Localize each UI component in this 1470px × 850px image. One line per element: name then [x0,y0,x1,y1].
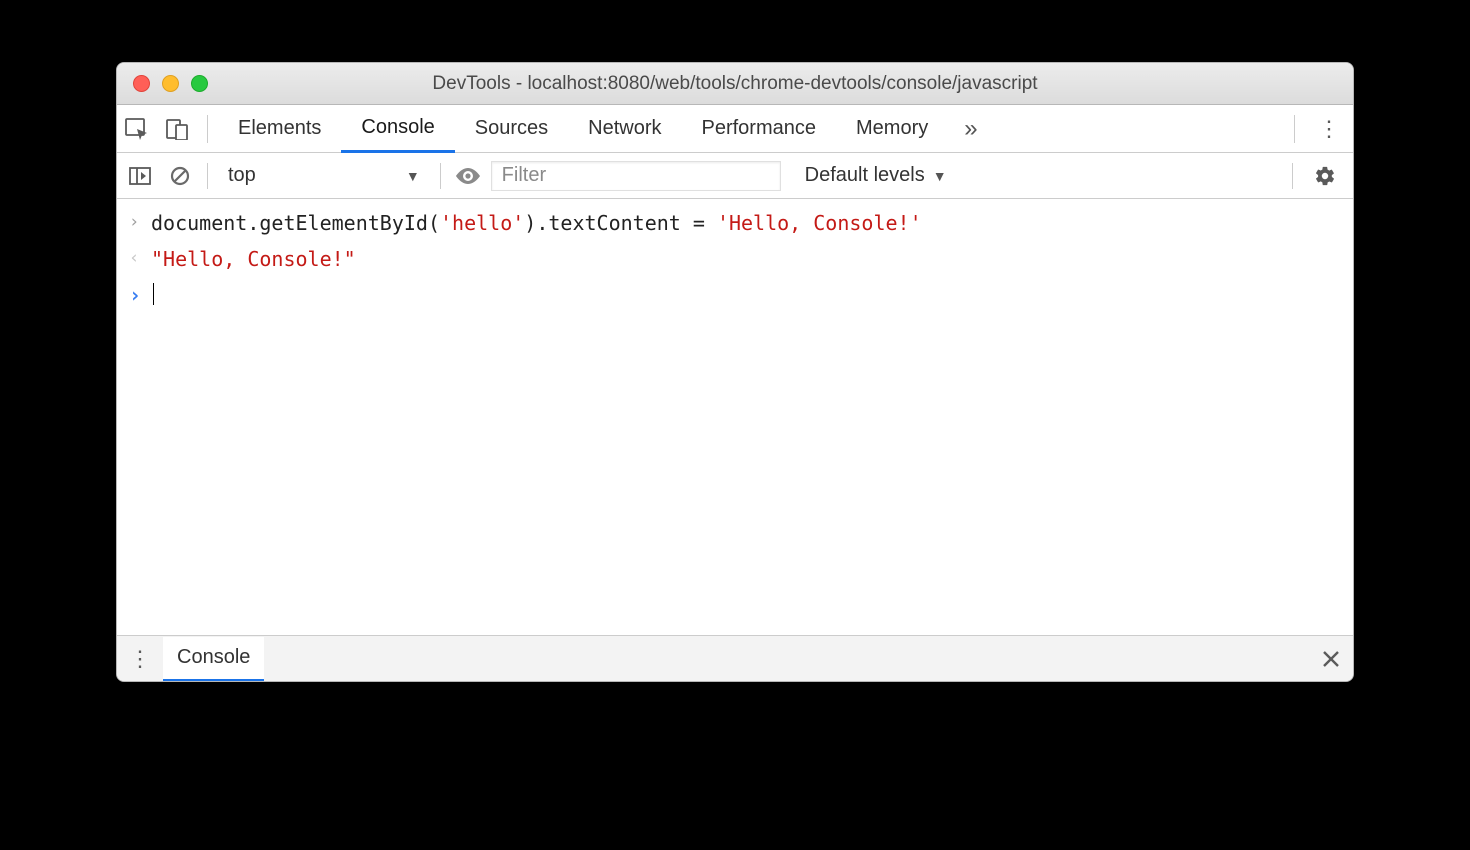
divider [440,163,441,189]
drawer-tab-console[interactable]: Console [163,637,264,682]
toggle-sidebar-icon[interactable] [123,161,157,191]
console-line: document.getElementById('hello').textCon… [151,206,922,240]
drawer-menu-icon[interactable]: ⋮ [117,646,163,672]
clear-console-icon[interactable] [163,161,197,191]
execution-context-label: top [228,164,256,187]
close-drawer-icon[interactable] [1309,650,1353,668]
tab-network[interactable]: Network [568,105,681,152]
live-expression-icon[interactable] [451,161,485,191]
chevron-down-icon: ▼ [406,168,420,184]
console-prompt-row[interactable]: › [117,277,1353,313]
tab-elements[interactable]: Elements [218,105,341,152]
filter-input[interactable] [491,161,781,191]
execution-context-select[interactable]: top ▼ [218,162,430,189]
window-title: DevTools - localhost:8080/web/tools/chro… [117,73,1353,95]
devtools-window: DevTools - localhost:8080/web/tools/chro… [116,62,1354,682]
tab-sources[interactable]: Sources [455,105,568,152]
input-chevron-icon: › [129,206,151,240]
divider [1292,163,1293,189]
console-line: "Hello, Console!" [151,242,356,276]
divider [207,163,208,189]
log-levels-label: Default levels [805,164,925,187]
chevron-down-icon: ▼ [933,168,947,184]
drawer: ⋮ Console [117,635,1353,681]
divider [207,115,208,143]
close-window-button[interactable] [133,75,150,92]
tab-console[interactable]: Console [341,106,454,153]
inspect-element-icon[interactable] [117,118,157,140]
zoom-window-button[interactable] [191,75,208,92]
tab-performance[interactable]: Performance [682,105,837,152]
more-tabs-icon[interactable]: » [948,115,993,143]
log-levels-select[interactable]: Default levels ▼ [805,164,947,187]
console-input[interactable] [151,278,154,312]
console-output-row: ‹"Hello, Console!" [117,241,1353,277]
titlebar: DevTools - localhost:8080/web/tools/chro… [117,63,1353,105]
console-output[interactable]: ›document.getElementById('hello').textCo… [117,199,1353,635]
minimize-window-button[interactable] [162,75,179,92]
main-tabs: Elements Console Sources Network Perform… [117,105,1353,153]
tab-memory[interactable]: Memory [836,105,948,152]
traffic-lights [133,75,208,92]
device-toolbar-icon[interactable] [157,118,197,140]
console-input-row: ›document.getElementById('hello').textCo… [117,205,1353,241]
divider [1294,115,1295,143]
prompt-chevron-icon: › [129,278,151,312]
settings-menu-icon[interactable]: ⋮ [1305,116,1353,142]
output-chevron-icon: ‹ [129,242,151,276]
console-toolbar: top ▼ Default levels ▼ [117,153,1353,199]
console-settings-icon[interactable] [1303,165,1347,187]
